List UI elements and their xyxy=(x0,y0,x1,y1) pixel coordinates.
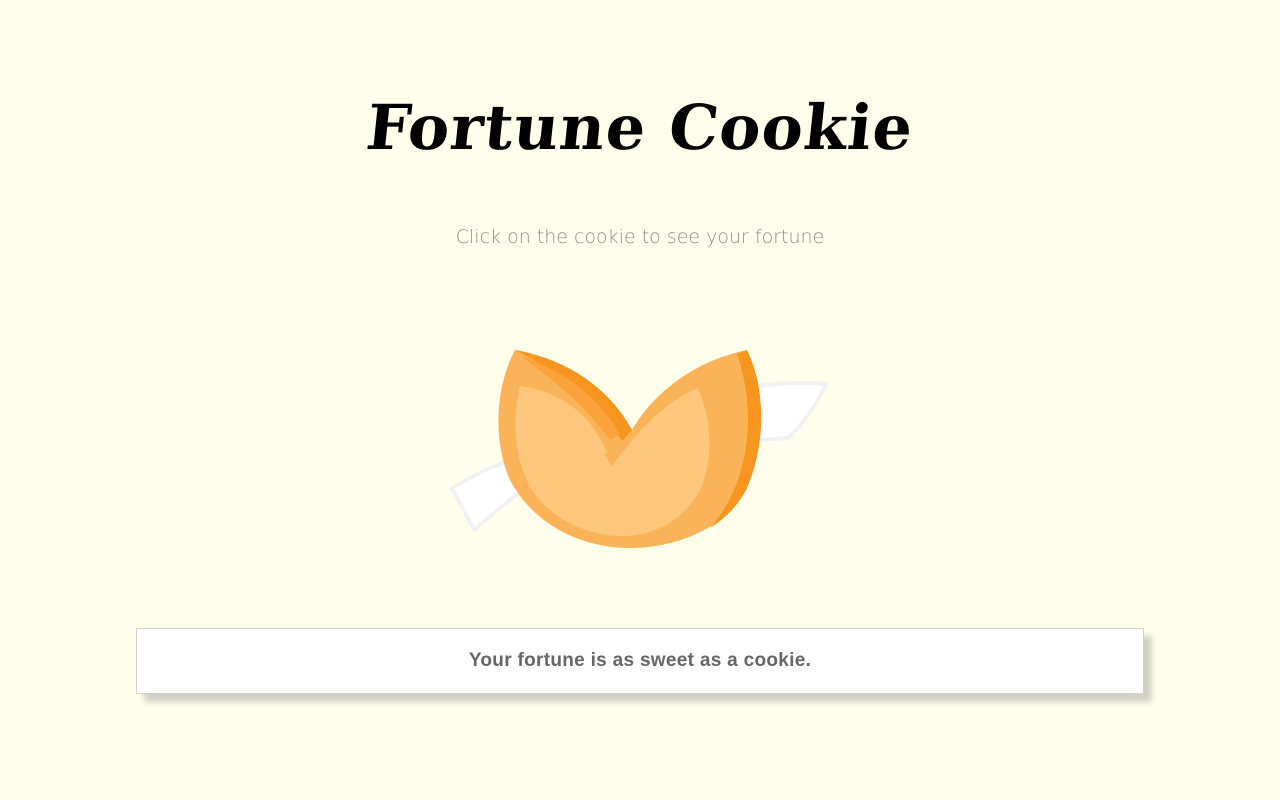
fortune-cookie-button[interactable] xyxy=(440,330,840,560)
fortune-text: Your fortune is as sweet as a cookie. xyxy=(468,650,812,671)
fortune-cookie-icon xyxy=(450,350,828,548)
fortune-message-box: Your fortune is as sweet as a cookie. xyxy=(136,628,1144,694)
page: Fortune Cookie Click on the cookie to se… xyxy=(0,0,1280,800)
instruction-text: Click on the cookie to see your fortune xyxy=(455,226,825,248)
page-title: Fortune Cookie xyxy=(362,91,918,164)
